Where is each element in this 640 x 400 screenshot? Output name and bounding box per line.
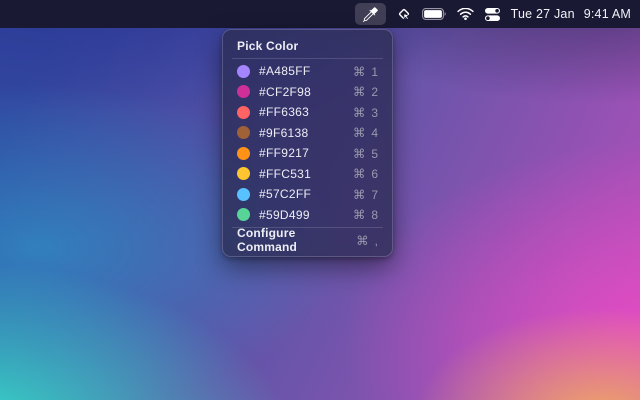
- battery-status-button[interactable]: [422, 3, 447, 25]
- color-swatch: [237, 85, 250, 98]
- color-menu-item[interactable]: #59D499 ⌘ 8: [223, 205, 392, 226]
- color-shortcut: ⌘ 4: [353, 125, 378, 140]
- shortcut-key: 7: [371, 188, 378, 202]
- menu-title: Pick Color: [223, 36, 392, 56]
- command-key-icon: ⌘: [353, 187, 366, 202]
- eyedropper-icon: [363, 7, 378, 22]
- color-list: #A485FF ⌘ 1 #CF2F98 ⌘ 2 #FF6363 ⌘ 3 #9F6…: [223, 61, 392, 225]
- color-menu-item[interactable]: #A485FF ⌘ 1: [223, 61, 392, 82]
- color-swatch: [237, 147, 250, 160]
- color-swatch: [237, 106, 250, 119]
- wifi-icon: [457, 8, 474, 20]
- color-hex-label: #FFC531: [259, 167, 311, 181]
- color-shortcut: ⌘ 5: [353, 146, 378, 161]
- color-menu-item[interactable]: #FF6363 ⌘ 3: [223, 102, 392, 123]
- color-hex-label: #59D499: [259, 208, 310, 222]
- desktop: Tue 27 Jan 9:41 AM Pick Color #A485FF ⌘ …: [0, 0, 640, 400]
- configure-command-label: Configure Command: [237, 226, 356, 254]
- color-menu-item[interactable]: #FFC531 ⌘ 6: [223, 164, 392, 185]
- command-key-icon: ⌘: [356, 233, 369, 248]
- shortcut-key: 4: [371, 126, 378, 140]
- wifi-status-button[interactable]: [457, 3, 474, 25]
- pick-color-menu: Pick Color #A485FF ⌘ 1 #CF2F98 ⌘ 2 #FF63…: [222, 29, 393, 257]
- color-menu-item[interactable]: #FF9217 ⌘ 5: [223, 143, 392, 164]
- shortcut-key: 5: [371, 147, 378, 161]
- shortcut-key: 6: [371, 167, 378, 181]
- color-shortcut: ⌘ 1: [353, 64, 378, 79]
- control-center-icon: [484, 7, 501, 22]
- menu-separator: [232, 58, 383, 59]
- battery-icon: [422, 8, 447, 20]
- shortcut-key: 2: [371, 85, 378, 99]
- command-key-icon: ⌘: [353, 64, 366, 79]
- color-swatch: [237, 167, 250, 180]
- command-key-icon: ⌘: [353, 207, 366, 222]
- color-hex-label: #FF9217: [259, 146, 309, 160]
- command-key-icon: ⌘: [353, 84, 366, 99]
- color-menu-item[interactable]: #9F6138 ⌘ 4: [223, 123, 392, 144]
- color-hex-label: #9F6138: [259, 126, 308, 140]
- command-key-icon: ⌘: [353, 166, 366, 181]
- shortcut-key: 3: [371, 106, 378, 120]
- color-hex-label: #CF2F98: [259, 85, 311, 99]
- configure-command-shortcut: ⌘ ,: [356, 233, 378, 248]
- color-hex-label: #A485FF: [259, 64, 310, 78]
- command-key-icon: ⌘: [353, 105, 366, 120]
- menubar-clock[interactable]: Tue 27 Jan 9:41 AM: [511, 3, 631, 25]
- color-shortcut: ⌘ 7: [353, 187, 378, 202]
- color-menu-item[interactable]: #CF2F98 ⌘ 2: [223, 82, 392, 103]
- shortcut-key: 8: [371, 208, 378, 222]
- color-swatch: [237, 188, 250, 201]
- color-swatch: [237, 208, 250, 221]
- diamond-app-menubar-button[interactable]: [396, 3, 412, 25]
- diamond-cursor-icon: [396, 6, 412, 22]
- clock-time: 9:41 AM: [584, 7, 631, 21]
- shortcut-key: ,: [375, 234, 378, 248]
- color-picker-menubar-button[interactable]: [355, 3, 386, 25]
- color-shortcut: ⌘ 3: [353, 105, 378, 120]
- color-menu-item[interactable]: #57C2FF ⌘ 7: [223, 184, 392, 205]
- color-swatch: [237, 65, 250, 78]
- command-key-icon: ⌘: [353, 146, 366, 161]
- shortcut-key: 1: [371, 65, 378, 79]
- color-hex-label: #FF6363: [259, 105, 309, 119]
- color-hex-label: #57C2FF: [259, 187, 311, 201]
- color-shortcut: ⌘ 2: [353, 84, 378, 99]
- control-center-button[interactable]: [484, 3, 501, 25]
- color-shortcut: ⌘ 6: [353, 166, 378, 181]
- color-swatch: [237, 126, 250, 139]
- clock-date: Tue 27 Jan: [511, 7, 575, 21]
- configure-command-item[interactable]: Configure Command ⌘ ,: [223, 230, 392, 250]
- command-key-icon: ⌘: [353, 125, 366, 140]
- color-shortcut: ⌘ 8: [353, 207, 378, 222]
- menu-bar: Tue 27 Jan 9:41 AM: [0, 0, 640, 28]
